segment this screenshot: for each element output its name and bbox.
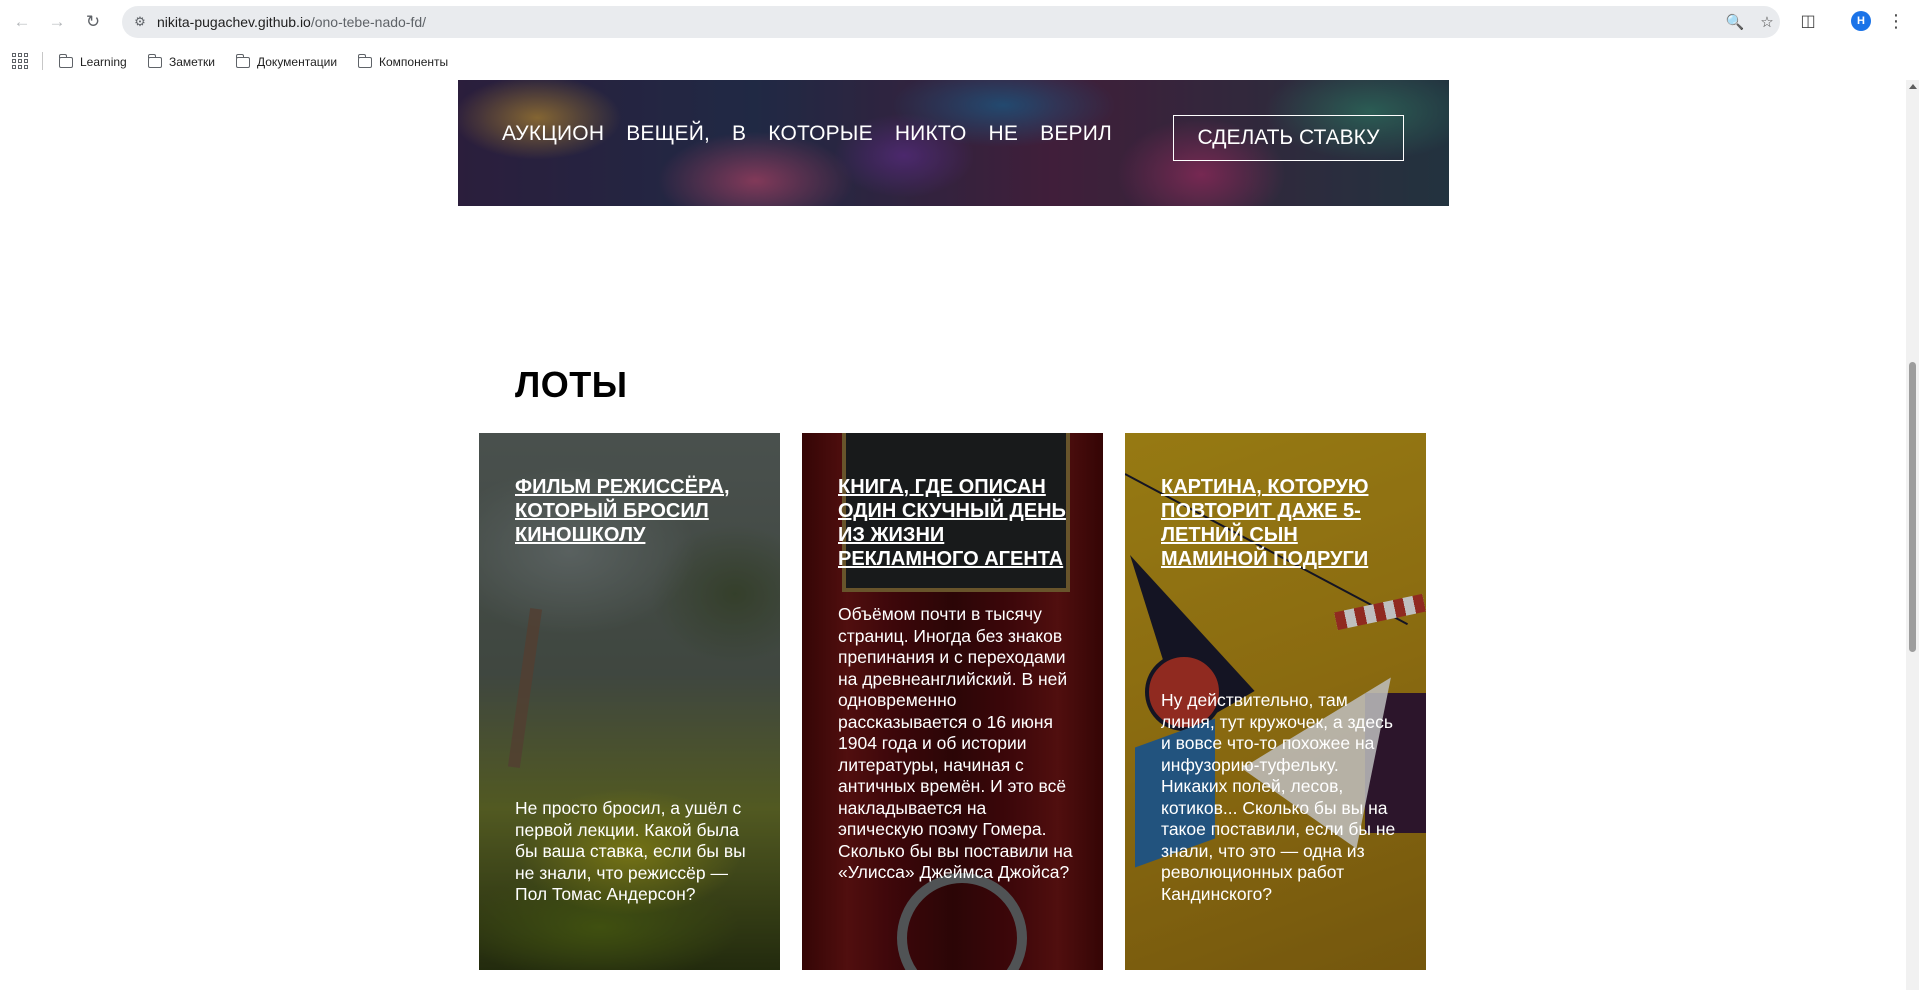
lot-title-link[interactable]: КАРТИНА, КОТОРУЮ ПОВТОРИТ ДАЖЕ 5-ЛЕТНИЙ … — [1161, 475, 1396, 571]
page-scrollbar[interactable] — [1906, 80, 1919, 990]
bookmark-label: Learning — [80, 55, 127, 69]
hero-word: ВЕЩЕЙ, — [626, 122, 711, 145]
site-info-icon[interactable]: ⚙ — [130, 12, 150, 32]
folder-icon — [147, 53, 162, 68]
hero-word: В — [732, 122, 747, 145]
hero-word: НЕ — [988, 122, 1019, 145]
lot-description: Объёмом почти в тысячу страниц. Иногда б… — [838, 604, 1073, 882]
address-bar[interactable]: ⚙ nikita-pugachev.github.io/ono-tebe-nad… — [122, 6, 1780, 38]
hero-banner: АУКЦИОН ВЕЩЕЙ, В КОТОРЫЕ НИКТО НЕ ВЕРИЛ … — [458, 80, 1449, 206]
hero-word: ВЕРИЛ — [1040, 122, 1113, 145]
hero-word: АУКЦИОН — [502, 122, 605, 145]
lot-description: Ну действительно, там линия, тут кружоче… — [1161, 690, 1396, 904]
lot-title-link[interactable]: ФИЛЬМ РЕЖИССЁРА, КОТОРЫЙ БРОСИЛ КИНОШКОЛ… — [515, 475, 750, 547]
url-text[interactable]: nikita-pugachev.github.io/ono-tebe-nado-… — [157, 14, 426, 30]
hero-word: КОТОРЫЕ — [768, 122, 873, 145]
bookmark-components[interactable]: Компоненты — [357, 51, 449, 73]
url-path: /ono-tebe-nado-fd/ — [310, 14, 427, 30]
bookmark-learning[interactable]: Learning — [58, 51, 127, 73]
make-bid-button[interactable]: СДЕЛАТЬ СТАВКУ — [1173, 115, 1404, 161]
browser-toolbar: ← → ↻ ⚙ nikita-pugachev.github.io/ono-te… — [0, 0, 1919, 44]
reload-button[interactable]: ↻ — [80, 9, 106, 35]
bookmarks-bar: Learning Заметки Документации Компоненты — [0, 44, 1919, 81]
bookmark-docs[interactable]: Документации — [235, 51, 338, 73]
scrollbar-thumb[interactable] — [1909, 362, 1916, 652]
lot-title-link[interactable]: КНИГА, ГДЕ ОПИСАН ОДИН СКУЧНЫЙ ДЕНЬ ИЗ Ж… — [838, 475, 1073, 571]
lot-description: Не просто бросил, а ушёл с первой лекции… — [515, 798, 746, 904]
bookmark-star-icon[interactable]: ☆ — [1758, 13, 1776, 31]
bookmark-label: Заметки — [169, 55, 215, 69]
bookmark-notes[interactable]: Заметки — [147, 51, 215, 73]
forward-button[interactable]: → — [44, 9, 70, 35]
browser-menu-icon[interactable]: ⋮ — [1887, 10, 1905, 32]
folder-icon — [235, 53, 250, 68]
reload-icon: ↻ — [85, 12, 101, 31]
lot-card-film: ФИЛЬМ РЕЖИССЁРА, КОТОРЫЙ БРОСИЛ КИНОШКОЛ… — [479, 433, 780, 970]
zoom-icon[interactable]: 🔍 — [1726, 13, 1745, 31]
folder-icon — [58, 53, 73, 68]
bookmark-label: Компоненты — [379, 55, 449, 69]
arrow-left-icon: ← — [13, 12, 31, 31]
hero-word: НИКТО — [894, 122, 967, 145]
bookmark-label: Документации — [257, 55, 338, 69]
extensions-icon[interactable]: ◫ — [1797, 10, 1819, 32]
url-host: nikita-pugachev.github.io — [157, 14, 311, 30]
lot-card-painting: КАРТИНА, КОТОРУЮ ПОВТОРИТ ДАЖЕ 5-ЛЕТНИЙ … — [1125, 433, 1426, 970]
arrow-right-icon: → — [48, 12, 66, 31]
lot-card-book: КНИГА, ГДЕ ОПИСАН ОДИН СКУЧНЫЙ ДЕНЬ ИЗ Ж… — [802, 433, 1103, 970]
hero-tagline: АУКЦИОН ВЕЩЕЙ, В КОТОРЫЕ НИКТО НЕ ВЕРИЛ — [502, 122, 1134, 146]
bookmarks-divider — [42, 52, 43, 70]
apps-grid-icon[interactable] — [12, 53, 28, 69]
scroll-up-arrow-icon[interactable] — [1909, 84, 1917, 89]
profile-avatar[interactable]: H — [1851, 11, 1871, 31]
folder-icon — [357, 53, 372, 68]
back-button[interactable]: ← — [9, 9, 35, 35]
page-viewport: АУКЦИОН ВЕЩЕЙ, В КОТОРЫЕ НИКТО НЕ ВЕРИЛ … — [0, 80, 1906, 990]
lots-heading: ЛОТЫ — [515, 364, 628, 405]
